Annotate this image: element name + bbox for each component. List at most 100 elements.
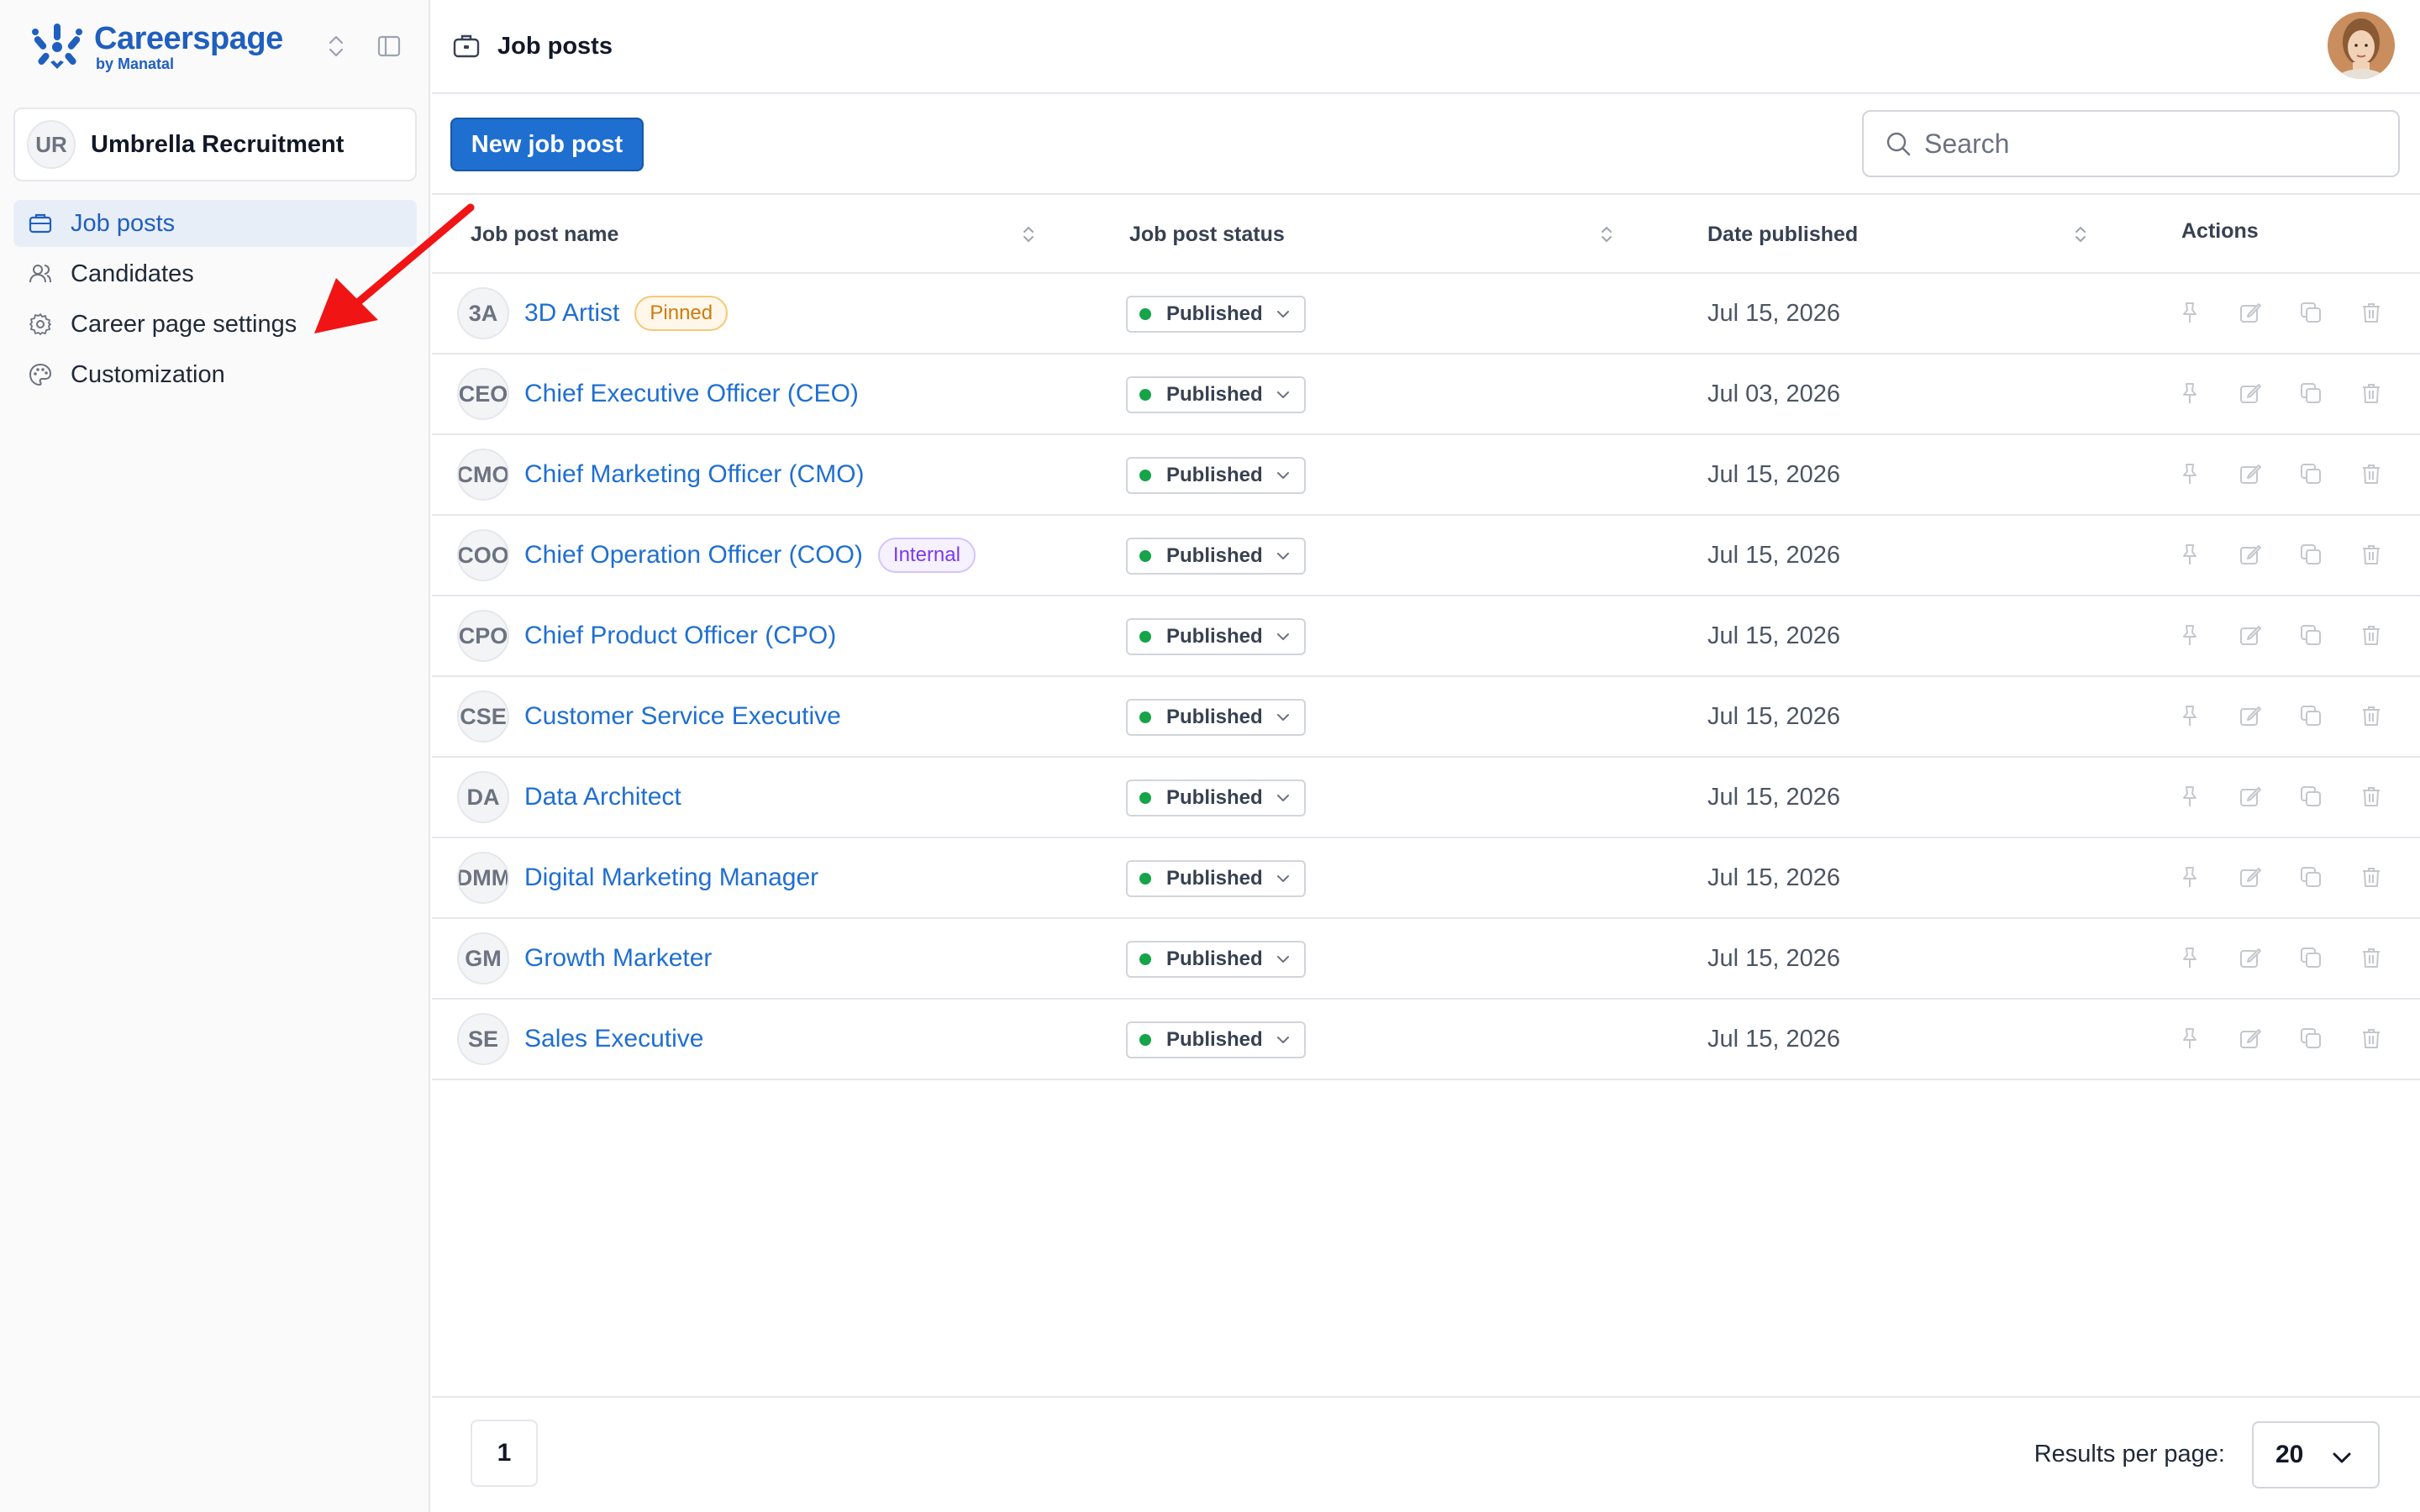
edit-icon[interactable] bbox=[2233, 941, 2267, 974]
status-dropdown[interactable]: Published bbox=[1126, 538, 1306, 575]
trash-icon[interactable] bbox=[2354, 538, 2388, 571]
new-job-post-button[interactable]: New job post bbox=[450, 118, 644, 171]
search-input[interactable] bbox=[1924, 128, 2378, 160]
status-dropdown[interactable]: Published bbox=[1126, 296, 1306, 333]
job-post-link[interactable]: Chief Executive Officer (CEO) bbox=[524, 380, 859, 408]
job-post-link[interactable]: 3D Artist bbox=[524, 299, 619, 328]
brand[interactable]: Careerspage by Manatal bbox=[29, 17, 283, 77]
edit-icon[interactable] bbox=[2233, 296, 2267, 329]
pin-icon[interactable] bbox=[2173, 618, 2207, 652]
duplicate-icon[interactable] bbox=[2294, 860, 2328, 894]
duplicate-icon[interactable] bbox=[2294, 699, 2328, 732]
status-label: Published bbox=[1166, 948, 1263, 970]
results-per-page-select[interactable]: 20 bbox=[2252, 1421, 2380, 1488]
trash-icon[interactable] bbox=[2354, 699, 2388, 732]
job-post-link[interactable]: Data Architect bbox=[524, 783, 681, 811]
trash-icon[interactable] bbox=[2354, 376, 2388, 410]
status-label: Published bbox=[1166, 302, 1263, 325]
duplicate-icon[interactable] bbox=[2294, 538, 2328, 571]
pin-icon[interactable] bbox=[2173, 538, 2207, 571]
status-dropdown[interactable]: Published bbox=[1126, 457, 1306, 494]
duplicate-icon[interactable] bbox=[2294, 376, 2328, 410]
status-dropdown[interactable]: Published bbox=[1126, 941, 1306, 978]
status-dot-icon bbox=[1139, 631, 1151, 643]
job-post-link[interactable]: Customer Service Executive bbox=[524, 702, 841, 731]
trash-icon[interactable] bbox=[2354, 618, 2388, 652]
pin-icon[interactable] bbox=[2173, 457, 2207, 491]
pin-icon[interactable] bbox=[2173, 780, 2207, 813]
job-post-link[interactable]: Growth Marketer bbox=[524, 944, 712, 973]
user-avatar[interactable] bbox=[2328, 12, 2395, 79]
sort-icon[interactable] bbox=[2072, 222, 2089, 247]
pin-icon[interactable] bbox=[2173, 860, 2207, 894]
column-header-name[interactable]: Job post name bbox=[471, 195, 618, 274]
page-title: Job posts bbox=[497, 32, 613, 60]
table-row[interactable]: CMO Chief Marketing Officer (CMO) Publis… bbox=[432, 435, 2420, 516]
row-actions bbox=[2173, 699, 2415, 732]
chevron-down-icon bbox=[2333, 1452, 2351, 1463]
status-dropdown[interactable]: Published bbox=[1126, 376, 1306, 413]
table-row[interactable]: COO Chief Operation Officer (COO) Intern… bbox=[432, 516, 2420, 596]
table-row[interactable]: GM Growth Marketer Published Jul 15, 202… bbox=[432, 919, 2420, 1000]
chevron-down-icon bbox=[1276, 553, 1289, 559]
table-row[interactable]: CPO Chief Product Officer (CPO) Publishe… bbox=[432, 596, 2420, 677]
edit-icon[interactable] bbox=[2233, 780, 2267, 813]
job-post-link[interactable]: Chief Marketing Officer (CMO) bbox=[524, 460, 865, 489]
table-row[interactable]: SE Sales Executive Published Jul 15, 202… bbox=[432, 1000, 2420, 1080]
edit-icon[interactable] bbox=[2233, 376, 2267, 410]
pin-icon[interactable] bbox=[2173, 699, 2207, 732]
trash-icon[interactable] bbox=[2354, 1021, 2388, 1055]
sidebar-item-customization[interactable]: Customization bbox=[13, 351, 417, 398]
job-post-link[interactable]: Digital Marketing Manager bbox=[524, 864, 818, 892]
duplicate-icon[interactable] bbox=[2294, 296, 2328, 329]
edit-icon[interactable] bbox=[2233, 538, 2267, 571]
pin-icon[interactable] bbox=[2173, 296, 2207, 329]
job-post-link[interactable]: Sales Executive bbox=[524, 1025, 703, 1053]
table-row[interactable]: DA Data Architect Published Jul 15, 2026 bbox=[432, 758, 2420, 838]
organization-switcher[interactable]: UR Umbrella Recruitment bbox=[13, 108, 417, 181]
job-post-link[interactable]: Chief Operation Officer (COO) bbox=[524, 541, 863, 570]
status-dropdown[interactable]: Published bbox=[1126, 860, 1306, 897]
table-row[interactable]: CEO Chief Executive Officer (CEO) Publis… bbox=[432, 354, 2420, 435]
edit-icon[interactable] bbox=[2233, 618, 2267, 652]
date-published: Jul 15, 2026 bbox=[1707, 783, 1841, 811]
trash-icon[interactable] bbox=[2354, 296, 2388, 329]
date-published: Jul 03, 2026 bbox=[1707, 380, 1841, 407]
duplicate-icon[interactable] bbox=[2294, 457, 2328, 491]
gear-icon bbox=[27, 311, 54, 338]
pin-icon[interactable] bbox=[2173, 941, 2207, 974]
duplicate-icon[interactable] bbox=[2294, 780, 2328, 813]
edit-icon[interactable] bbox=[2233, 457, 2267, 491]
status-dropdown[interactable]: Published bbox=[1126, 699, 1306, 736]
job-post-link[interactable]: Chief Product Officer (CPO) bbox=[524, 622, 836, 650]
switch-chevrons-icon[interactable] bbox=[324, 32, 348, 60]
pin-icon[interactable] bbox=[2173, 1021, 2207, 1055]
edit-icon[interactable] bbox=[2233, 1021, 2267, 1055]
status-dropdown[interactable]: Published bbox=[1126, 780, 1306, 816]
sort-icon[interactable] bbox=[1598, 222, 1615, 247]
sidebar-toggle-icon[interactable] bbox=[376, 34, 402, 59]
row-actions bbox=[2173, 1021, 2415, 1055]
column-header-status[interactable]: Job post status bbox=[1129, 195, 1285, 274]
duplicate-icon[interactable] bbox=[2294, 941, 2328, 974]
status-dropdown[interactable]: Published bbox=[1126, 618, 1306, 655]
column-header-date[interactable]: Date published bbox=[1707, 195, 1858, 274]
trash-icon[interactable] bbox=[2354, 780, 2388, 813]
job-posts-table: Job post name Job post status Date publi… bbox=[432, 195, 2420, 1080]
pin-icon[interactable] bbox=[2173, 376, 2207, 410]
duplicate-icon[interactable] bbox=[2294, 1021, 2328, 1055]
trash-icon[interactable] bbox=[2354, 860, 2388, 894]
duplicate-icon[interactable] bbox=[2294, 618, 2328, 652]
edit-icon[interactable] bbox=[2233, 699, 2267, 732]
table-row[interactable]: CSE Customer Service Executive Published… bbox=[432, 677, 2420, 758]
sort-icon[interactable] bbox=[1020, 222, 1037, 247]
table-row[interactable]: DMM Digital Marketing Manager Published … bbox=[432, 838, 2420, 919]
status-dropdown[interactable]: Published bbox=[1126, 1021, 1306, 1058]
edit-icon[interactable] bbox=[2233, 860, 2267, 894]
table-row[interactable]: 3A 3D Artist Pinned Published Jul 15, 20… bbox=[432, 274, 2420, 354]
trash-icon[interactable] bbox=[2354, 941, 2388, 974]
search-box[interactable] bbox=[1862, 110, 2400, 177]
page-button[interactable]: 1 bbox=[471, 1420, 538, 1487]
status-label: Published bbox=[1166, 706, 1263, 728]
trash-icon[interactable] bbox=[2354, 457, 2388, 491]
